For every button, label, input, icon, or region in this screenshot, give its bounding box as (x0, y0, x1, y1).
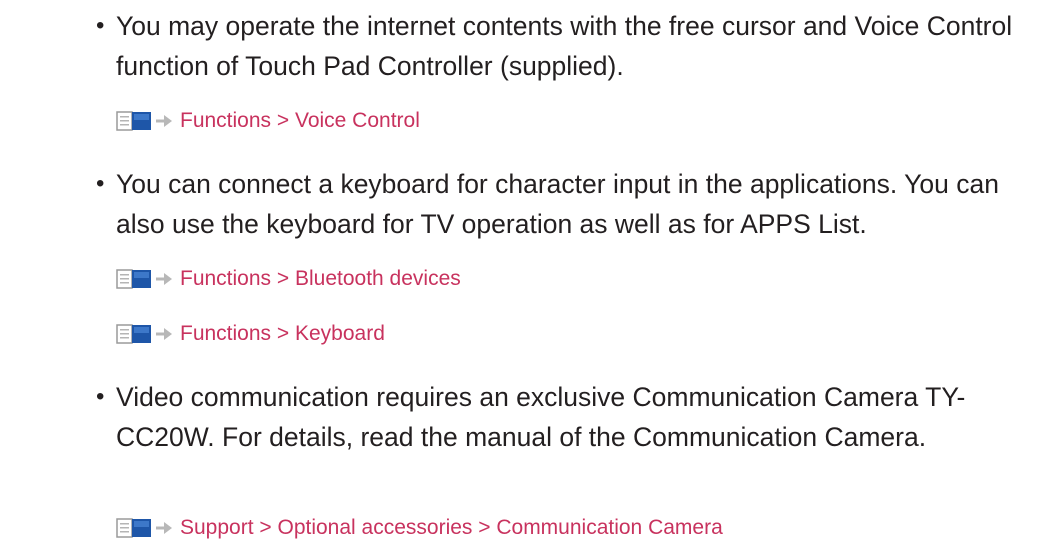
book-icon (116, 324, 151, 344)
arrow-right-icon (156, 328, 172, 340)
bullet-point: • (96, 170, 105, 197)
bullet-point: • (96, 383, 105, 410)
link-bluetooth-devices[interactable]: Functions > Bluetooth devices (180, 267, 461, 291)
bullet-text: Video communication requires an exclusiv… (116, 382, 966, 452)
arrow-right-icon (156, 522, 172, 534)
reference-link-row[interactable]: Support > Optional accessories > Communi… (116, 516, 723, 540)
book-icon (116, 518, 151, 538)
bullet-text: You may operate the internet contents wi… (116, 11, 1013, 81)
bullet-text: You can connect a keyboard for character… (116, 169, 999, 239)
bullet-point: • (96, 12, 105, 39)
book-icon (116, 111, 151, 131)
link-keyboard[interactable]: Functions > Keyboard (180, 322, 385, 346)
arrow-right-icon (156, 115, 172, 127)
bullet-item: • Video communication requires an exclus… (96, 377, 1036, 457)
arrow-right-icon (156, 273, 172, 285)
reference-link-row[interactable]: Functions > Bluetooth devices (116, 267, 461, 291)
bullet-item: • You may operate the internet contents … (96, 6, 1036, 86)
reference-link-row[interactable]: Functions > Voice Control (116, 109, 420, 133)
link-voice-control[interactable]: Functions > Voice Control (180, 109, 420, 133)
book-icon (116, 269, 151, 289)
bullet-item: • You can connect a keyboard for charact… (96, 164, 1036, 244)
reference-link-row[interactable]: Functions > Keyboard (116, 322, 385, 346)
link-communication-camera[interactable]: Support > Optional accessories > Communi… (180, 516, 723, 540)
